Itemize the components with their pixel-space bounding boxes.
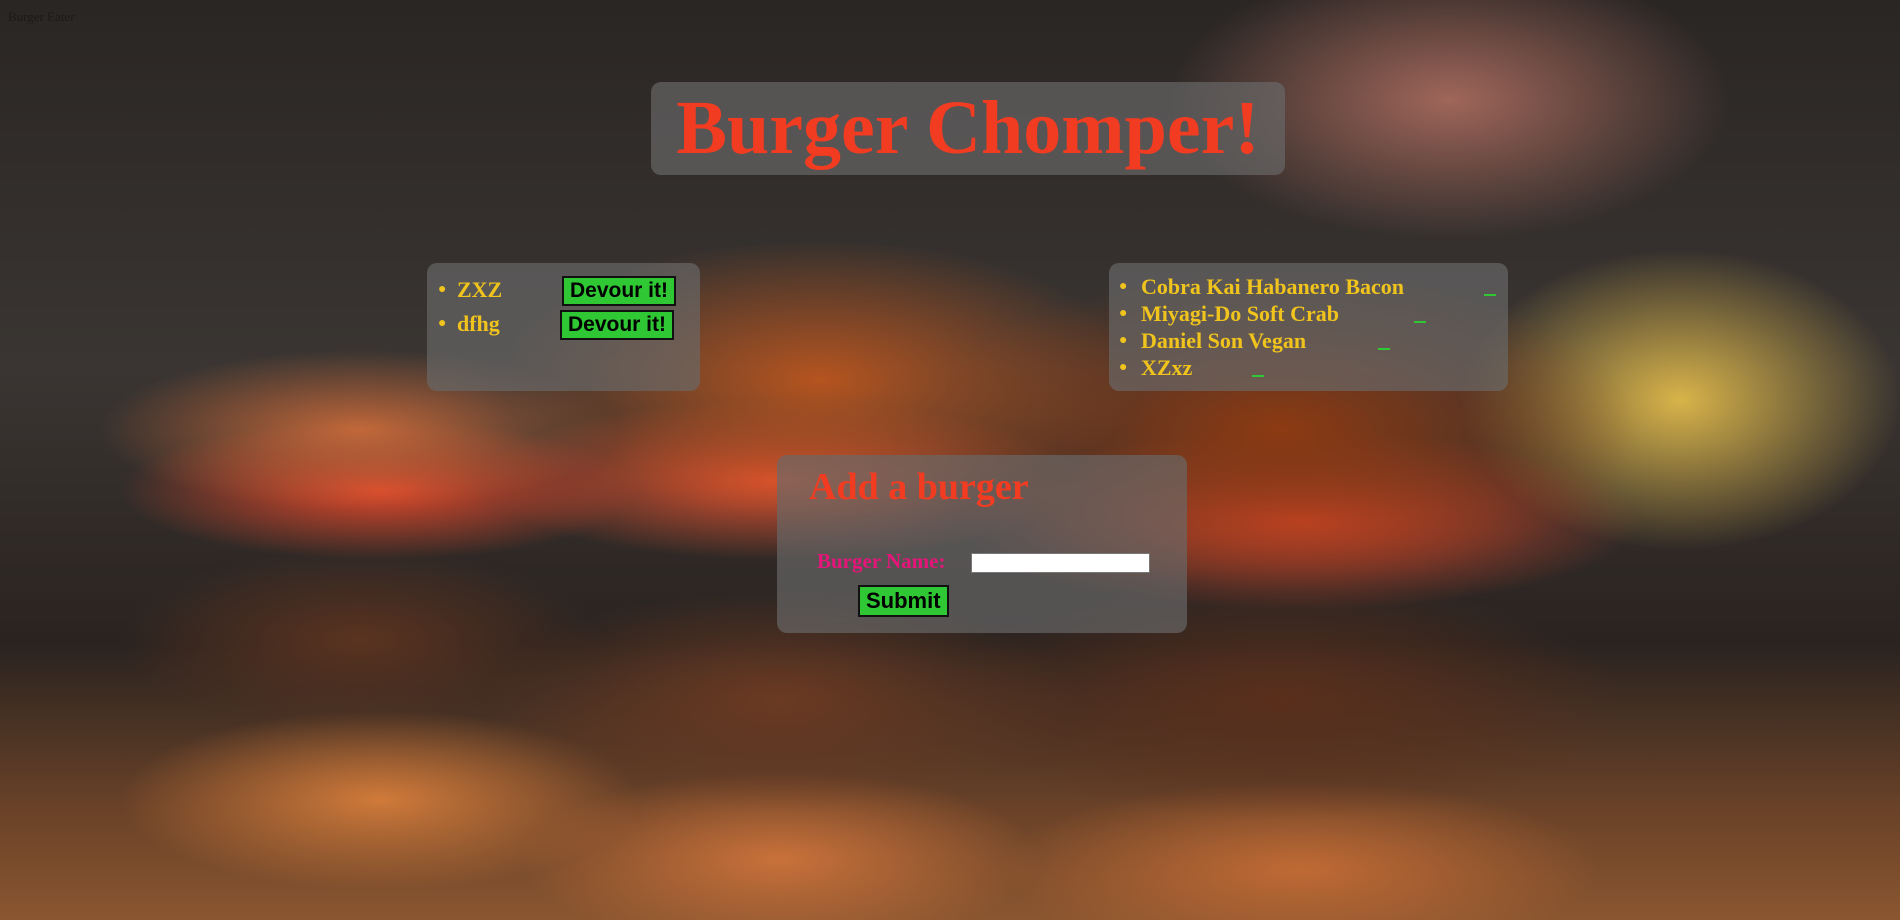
uneaten-burger-list: ● ZXZ Devour it! ● dfhg Devour it! (427, 263, 700, 341)
title-panel: Burger Chomper! (651, 82, 1285, 175)
eaten-burgers-panel: ● Cobra Kai Habanero Bacon ● Miyagi-Do S… (1109, 263, 1508, 391)
burger-name: dfhg (457, 311, 500, 336)
uneaten-burgers-panel: ● ZXZ Devour it! ● dfhg Devour it! (427, 263, 700, 391)
remove-button[interactable] (1378, 348, 1390, 350)
bullet-icon: ● (1119, 306, 1128, 321)
submit-button[interactable]: Submit (858, 585, 949, 617)
devour-button[interactable]: Devour it! (562, 276, 677, 306)
list-item: ● XZxz (1109, 354, 1508, 381)
burger-name: Miyagi-Do Soft Crab (1141, 301, 1339, 326)
page-title: Burger Chomper! (676, 86, 1260, 170)
bullet-icon: ● (1119, 360, 1128, 375)
add-burger-panel: Add a burger Burger Name: Submit (777, 455, 1187, 633)
bullet-icon: ● (1119, 333, 1128, 348)
burger-name: Cobra Kai Habanero Bacon (1141, 274, 1405, 299)
burger-name-input[interactable] (971, 553, 1150, 573)
remove-button[interactable] (1252, 375, 1264, 377)
bullet-icon: ● (438, 282, 447, 297)
burger-name: ZXZ (457, 277, 503, 302)
list-item: ● ZXZ Devour it! (427, 273, 700, 307)
list-item: ● dfhg Devour it! (427, 307, 700, 341)
list-item: ● Miyagi-Do Soft Crab (1109, 300, 1508, 327)
eaten-burger-list: ● Cobra Kai Habanero Bacon ● Miyagi-Do S… (1109, 263, 1508, 381)
add-burger-heading: Add a burger (809, 466, 1029, 508)
burger-name-label: Burger Name: (817, 549, 946, 573)
devour-button[interactable]: Devour it! (560, 310, 675, 340)
burger-name: Daniel Son Vegan (1141, 328, 1307, 353)
list-item: ● Daniel Son Vegan (1109, 327, 1508, 354)
bullet-icon: ● (1119, 279, 1128, 294)
page-tab-label: Burger Eater (8, 9, 75, 24)
remove-button[interactable] (1484, 294, 1496, 296)
list-item: ● Cobra Kai Habanero Bacon (1109, 273, 1508, 300)
remove-button[interactable] (1414, 321, 1426, 323)
bullet-icon: ● (438, 316, 447, 331)
burger-name: XZxz (1141, 355, 1193, 380)
